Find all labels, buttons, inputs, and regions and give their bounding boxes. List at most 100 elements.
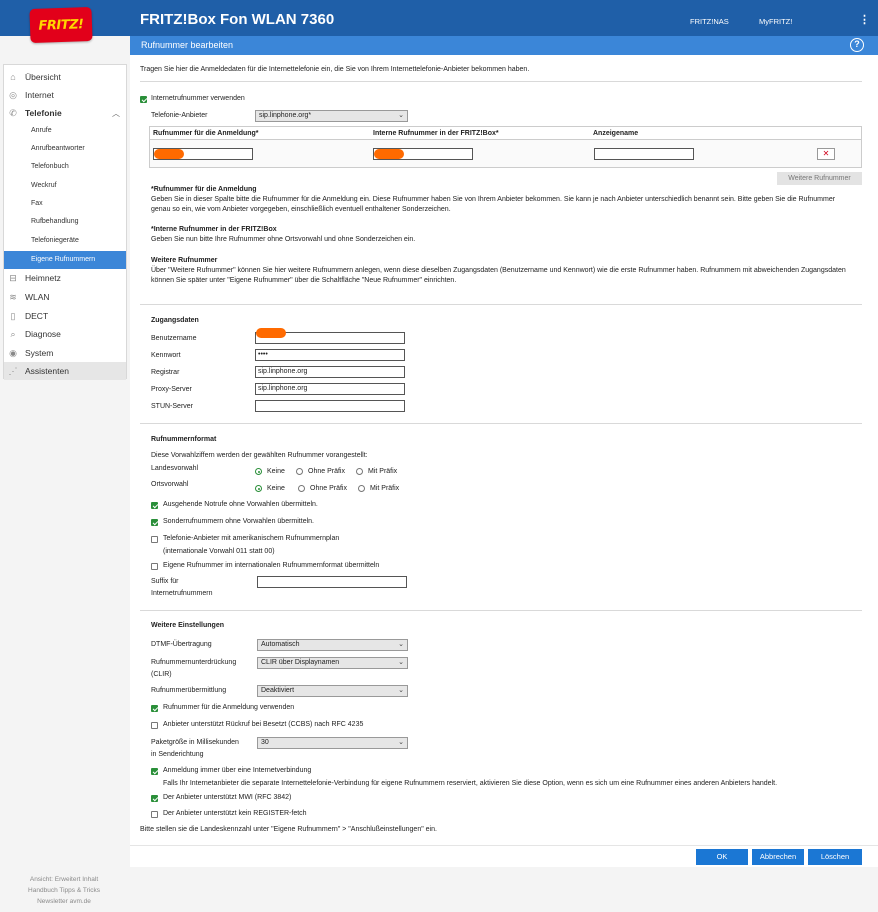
delete-button[interactable]: Löschen [808, 849, 862, 865]
sidebar-sub-anrufe[interactable]: Anrufe [4, 122, 126, 140]
fritznas-link[interactable]: FRITZ!NAS [690, 17, 729, 26]
country-no-prefix-radio[interactable] [296, 468, 303, 475]
page-title-bar: Rufnummer bearbeiten ? [130, 36, 878, 55]
local-with-prefix-label: Mit Präfix [370, 485, 400, 492]
american-plan-note: (internationale Vorwahl 011 statt 00) [163, 548, 275, 555]
menu-dots-icon[interactable]: ⋮ [859, 13, 870, 26]
redaction-mark [256, 328, 286, 338]
cancel-button[interactable]: Abbrechen [752, 849, 804, 865]
dtmf-label: DTMF-Übertragung [151, 641, 212, 648]
top-header: FRITZ!Box Fon WLAN 7360 FRITZ!NAS MyFRIT… [0, 0, 878, 36]
provider-select[interactable]: sip.linphone.org* ⌄ [255, 110, 408, 122]
dtmf-select[interactable]: Automatisch ⌄ [257, 639, 408, 651]
fritz-logo[interactable]: FRITZ! [29, 6, 93, 44]
proxy-input[interactable]: sip.linphone.org [255, 383, 405, 395]
sidebar-item-internet[interactable]: ◎ Internet [4, 86, 126, 104]
sidebar-sub-label: Fax [31, 200, 43, 207]
country-with-prefix-radio[interactable] [356, 468, 363, 475]
packet-label-2: in Senderichtung [151, 751, 204, 758]
sidebar-item-wlan[interactable]: ≋ WLAN [4, 288, 126, 306]
sidebar-item-assistenten[interactable]: ⋰ Assistenten [4, 362, 126, 380]
mwi-checkbox[interactable] [151, 795, 158, 802]
stun-input[interactable] [255, 400, 405, 412]
divider [140, 81, 862, 82]
sidebar-item-label: System [25, 348, 54, 358]
sidebar-footer-links: Ansicht: Erweitert Inhalt Handbuch Tipps… [0, 874, 128, 907]
sidebar-item-system[interactable]: ◉ System [4, 344, 126, 362]
sidebar-item-label: Heimnetz [25, 273, 61, 283]
sidebar-item-heimnetz[interactable]: ⊟ Heimnetz [4, 269, 126, 287]
mwi-label: Der Anbieter unterstützt MWI (RFC 3842) [163, 794, 292, 801]
sidebar-sub-fax[interactable]: Fax [4, 195, 126, 213]
international-format-checkbox[interactable] [151, 563, 158, 570]
col-display-name: Anzeigename [593, 130, 639, 137]
register-fetch-checkbox[interactable] [151, 811, 158, 818]
sidebar-item-uebersicht[interactable]: ⌂ Übersicht [4, 68, 126, 86]
special-numbers-checkbox[interactable] [151, 519, 158, 526]
suffix-label-1: Suffix für [151, 578, 179, 585]
sidebar-sub-telefonbuch[interactable]: Telefonbuch [4, 158, 126, 176]
country-none-radio[interactable] [255, 468, 262, 475]
action-bar: OK Abbrechen Löschen [130, 845, 878, 867]
sidebar-sub-rufbehandlung[interactable]: Rufbehandlung [4, 213, 126, 231]
local-with-prefix-radio[interactable] [358, 485, 365, 492]
sidebar-sub-eigene-rufnummern[interactable]: Eigene Rufnummern [4, 251, 126, 269]
ccbs-checkbox[interactable] [151, 722, 158, 729]
footer-links-row-1[interactable]: Ansicht: Erweitert Inhalt [0, 874, 128, 885]
intro-text: Tragen Sie hier die Anmeldedaten für die… [140, 66, 530, 73]
emergency-checkbox[interactable] [151, 502, 158, 509]
local-no-prefix-radio[interactable] [298, 485, 305, 492]
packet-size-select[interactable]: 30 ⌄ [257, 737, 408, 749]
use-internet-number-checkbox[interactable] [140, 96, 147, 103]
col-login-number: Rufnummer für die Anmeldung* [153, 130, 259, 137]
numbers-table-row: ✕ [149, 140, 862, 168]
sidebar-item-diagnose[interactable]: ⌕ Diagnose [4, 325, 126, 343]
sidebar-item-label: DECT [25, 311, 49, 321]
registrar-label: Registrar [151, 369, 180, 376]
stun-label: STUN-Server [151, 403, 194, 410]
sidebar-item-telefonie[interactable]: ✆ Telefonie ︿ [4, 104, 126, 122]
help-icon[interactable]: ? [850, 38, 864, 52]
footer-links-row-2[interactable]: Handbuch Tipps & Tricks [0, 885, 128, 896]
always-internet-note: Falls Ihr Internetanbieter die separate … [163, 780, 778, 787]
sidebar-sub-anrufbeantworter[interactable]: Anrufbeantworter [4, 140, 126, 158]
suffix-input[interactable] [257, 576, 407, 588]
delete-row-icon[interactable]: ✕ [817, 148, 835, 160]
local-none-radio[interactable] [255, 485, 262, 492]
registrar-input[interactable]: sip.linphone.org [255, 366, 405, 378]
use-login-number-checkbox[interactable] [151, 705, 158, 712]
sidebar-sub-label: Telefonbuch [31, 163, 69, 170]
packet-label-1: Paketgröße in Millisekunden [151, 739, 239, 746]
footer-links-row-3[interactable]: Newsletter avm.de [0, 896, 128, 907]
chevron-down-icon: ⌄ [398, 659, 404, 666]
format-intro: Diese Vorwahlziffern werden der gewählte… [151, 452, 368, 459]
display-name-input[interactable] [594, 148, 694, 160]
myfritz-link[interactable]: MyFRITZ! [759, 17, 792, 26]
transmit-select[interactable]: Deaktiviert ⌄ [257, 685, 408, 697]
sidebar-sub-label: Eigene Rufnummern [31, 256, 96, 263]
clir-select[interactable]: CLIR über Displaynamen ⌄ [257, 657, 408, 669]
chevron-up-icon[interactable]: ︿ [112, 108, 120, 119]
country-code-label: Landesvorwahl [151, 465, 199, 472]
network-icon: ⊟ [9, 273, 17, 283]
american-plan-checkbox[interactable] [151, 536, 158, 543]
chevron-down-icon: ⌄ [398, 687, 404, 694]
home-icon: ⌂ [10, 72, 16, 82]
divider [140, 423, 862, 424]
sidebar-item-label: Internet [25, 90, 54, 100]
packet-size-value: 30 [261, 739, 269, 746]
ok-button[interactable]: OK [696, 849, 748, 865]
help1-text: Geben Sie in dieser Spalte bitte die Ruf… [151, 196, 836, 213]
sidebar-sub-telefoniegeraete[interactable]: Telefoniegeräte [4, 232, 126, 250]
sidebar-item-dect[interactable]: ▯ DECT [4, 307, 126, 325]
col-internal-number: Interne Rufnummer in der FRITZ!Box* [373, 130, 499, 137]
transmit-label: Rufnummerübermittlung [151, 687, 227, 694]
sidebar-sub-weckruf[interactable]: Weckruf [4, 177, 126, 195]
more-numbers-button[interactable]: Weitere Rufnummer [777, 172, 862, 185]
password-input[interactable]: •••• [255, 349, 405, 361]
redaction-mark [374, 149, 404, 159]
help1-title: *Rufnummer für die Anmeldung [151, 186, 257, 193]
always-internet-checkbox[interactable] [151, 768, 158, 775]
emergency-label: Ausgehende Notrufe ohne Vorwahlen übermi… [163, 501, 318, 508]
chevron-down-icon: ⌄ [398, 112, 404, 119]
